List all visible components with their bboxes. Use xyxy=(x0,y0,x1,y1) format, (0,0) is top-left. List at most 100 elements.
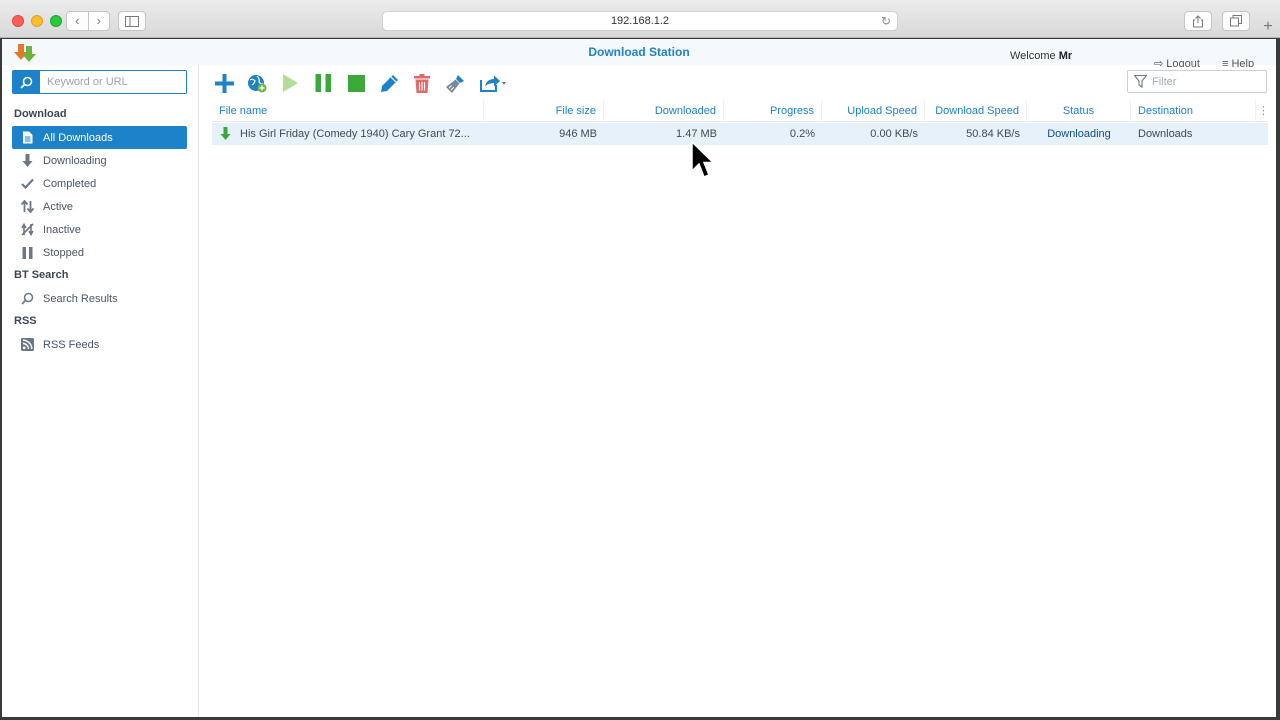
stop-icon xyxy=(347,74,365,92)
help-label: Help xyxy=(1231,58,1255,67)
sidebar-item-label: Search Results xyxy=(43,292,118,305)
tabs-icon xyxy=(1230,15,1242,27)
section-bt-search: BT Search xyxy=(14,269,69,281)
trash-icon xyxy=(414,73,430,93)
column-menu-icon[interactable]: ⋮ xyxy=(1258,100,1269,122)
sidebar-item-rss-feeds[interactable]: RSS Feeds xyxy=(12,333,187,356)
sidebar-item-label: Stopped xyxy=(43,246,84,259)
column-header-status[interactable]: Status xyxy=(1027,100,1131,122)
sidebar-item-label: Inactive xyxy=(43,223,81,236)
filter-input[interactable] xyxy=(1152,74,1262,90)
forward-button[interactable]: › xyxy=(88,12,109,30)
filter-box xyxy=(1127,70,1267,93)
url-text: 192.168.1.2 xyxy=(610,15,670,27)
downloading-arrow-icon xyxy=(220,127,231,140)
pause-icon xyxy=(315,74,331,92)
clear-completed-button[interactable] xyxy=(443,72,467,94)
table-row[interactable]: His Girl Friday (Comedy 1940) Cary Grant… xyxy=(212,123,1268,145)
sidebar-item-inactive[interactable]: Inactive xyxy=(12,218,187,241)
add-button[interactable] xyxy=(212,72,236,94)
cell-progress: 0.2% xyxy=(789,128,815,140)
cell-upload-speed: 0.00 KB/s xyxy=(870,128,918,140)
logout-icon: ⇨ xyxy=(1154,58,1167,67)
arrow-down-icon xyxy=(18,154,36,168)
close-window-button[interactable] xyxy=(12,15,24,27)
filter-icon xyxy=(1134,75,1147,88)
browser-toolbar: ‹ › 192.168.1.2 ↻ + xyxy=(0,0,1280,38)
sidebar-item-all-downloads[interactable]: All Downloads xyxy=(12,126,187,149)
app-titlebar: Download Station Welcome Mr ⇨ Logout ≡ H… xyxy=(2,39,1276,67)
stop-button[interactable] xyxy=(344,72,368,94)
share-menu-button[interactable] xyxy=(478,72,508,94)
add-icon xyxy=(214,73,234,93)
address-bar[interactable]: 192.168.1.2 ↻ xyxy=(382,11,898,31)
logout-link[interactable]: ⇨ Logout xyxy=(1154,57,1200,67)
column-header-destination[interactable]: Destination xyxy=(1131,100,1256,122)
sidebar-item-label: All Downloads xyxy=(43,131,113,144)
search-icon xyxy=(18,292,36,306)
zoom-window-button[interactable] xyxy=(50,15,62,27)
welcome-text: Welcome Mr xyxy=(1010,50,1072,62)
cell-download-speed: 50.84 KB/s xyxy=(966,128,1020,140)
reload-icon[interactable]: ↻ xyxy=(881,12,891,30)
column-header-downloaded[interactable]: Downloaded xyxy=(604,100,724,122)
logout-label: Logout xyxy=(1166,58,1200,67)
sidebar-item-label: Downloading xyxy=(43,154,107,167)
back-button[interactable]: ‹ xyxy=(67,12,88,30)
column-header-progress[interactable]: Progress xyxy=(724,100,822,122)
clean-brush-icon xyxy=(445,74,464,93)
cell-destination: Downloads xyxy=(1138,128,1193,140)
cell-file-size: 946 MB xyxy=(559,128,597,140)
rss-icon xyxy=(18,338,36,352)
share-icon xyxy=(1193,14,1203,27)
play-icon xyxy=(283,74,298,92)
inactive-icon xyxy=(18,223,36,237)
sidebar-icon xyxy=(125,15,139,27)
section-rss: RSS xyxy=(14,315,37,327)
sidebar-item-label: Active xyxy=(43,200,73,213)
document-icon xyxy=(18,131,36,145)
globe-add-icon xyxy=(248,75,267,93)
column-header-file-name[interactable]: File name xyxy=(212,100,484,122)
sidebar-item-downloading[interactable]: Downloading xyxy=(12,149,187,172)
left-navigation-panel: Download All Downloads Downloading Compl… xyxy=(2,65,199,717)
sidebar-item-search-results[interactable]: Search Results xyxy=(12,287,187,310)
search-button[interactable] xyxy=(13,71,40,93)
cell-file-name: His Girl Friday (Comedy 1940) Cary Grant… xyxy=(240,128,470,140)
resume-button[interactable] xyxy=(278,72,302,94)
sidebar-item-label: RSS Feeds xyxy=(43,338,100,351)
column-header-download-speed[interactable]: Download Speed xyxy=(925,100,1027,122)
cell-status: Downloading xyxy=(1047,128,1111,140)
share-button[interactable] xyxy=(1184,11,1212,31)
app-title: Download Station xyxy=(588,45,690,59)
download-station-window: Download Station Welcome Mr ⇨ Logout ≡ H… xyxy=(2,39,1276,717)
user-name: Mr xyxy=(1058,50,1073,62)
new-tab-button[interactable]: + xyxy=(1256,18,1280,38)
history-nav: ‹ › xyxy=(66,11,110,31)
search-box xyxy=(12,70,187,94)
sidebar-toggle-button[interactable] xyxy=(118,11,146,31)
pause-icon xyxy=(18,246,36,260)
sidebar-item-stopped[interactable]: Stopped xyxy=(12,241,187,264)
edit-icon xyxy=(380,74,398,92)
show-tabs-button[interactable] xyxy=(1222,11,1250,31)
transfer-arrows-icon xyxy=(18,200,36,214)
add-url-button[interactable] xyxy=(245,72,269,94)
keyword-url-input[interactable] xyxy=(47,74,183,90)
column-header-upload-speed[interactable]: Upload Speed xyxy=(822,100,925,122)
welcome-label: Welcome xyxy=(1010,50,1056,62)
share-icon xyxy=(480,75,506,92)
mouse-cursor-icon xyxy=(691,141,715,178)
check-icon xyxy=(18,177,36,191)
minimize-window-button[interactable] xyxy=(31,15,43,27)
table-header: File name File size Downloaded Progress … xyxy=(212,100,1269,122)
help-link[interactable]: ≡ Help xyxy=(1222,57,1254,67)
delete-button[interactable] xyxy=(410,72,434,94)
edit-button[interactable] xyxy=(377,72,401,94)
sidebar-item-label: Completed xyxy=(43,177,97,190)
column-header-file-size[interactable]: File size xyxy=(484,100,604,122)
sidebar-item-completed[interactable]: Completed xyxy=(12,172,187,195)
pause-button[interactable] xyxy=(311,72,335,94)
search-icon xyxy=(20,76,33,89)
sidebar-item-active[interactable]: Active xyxy=(12,195,187,218)
